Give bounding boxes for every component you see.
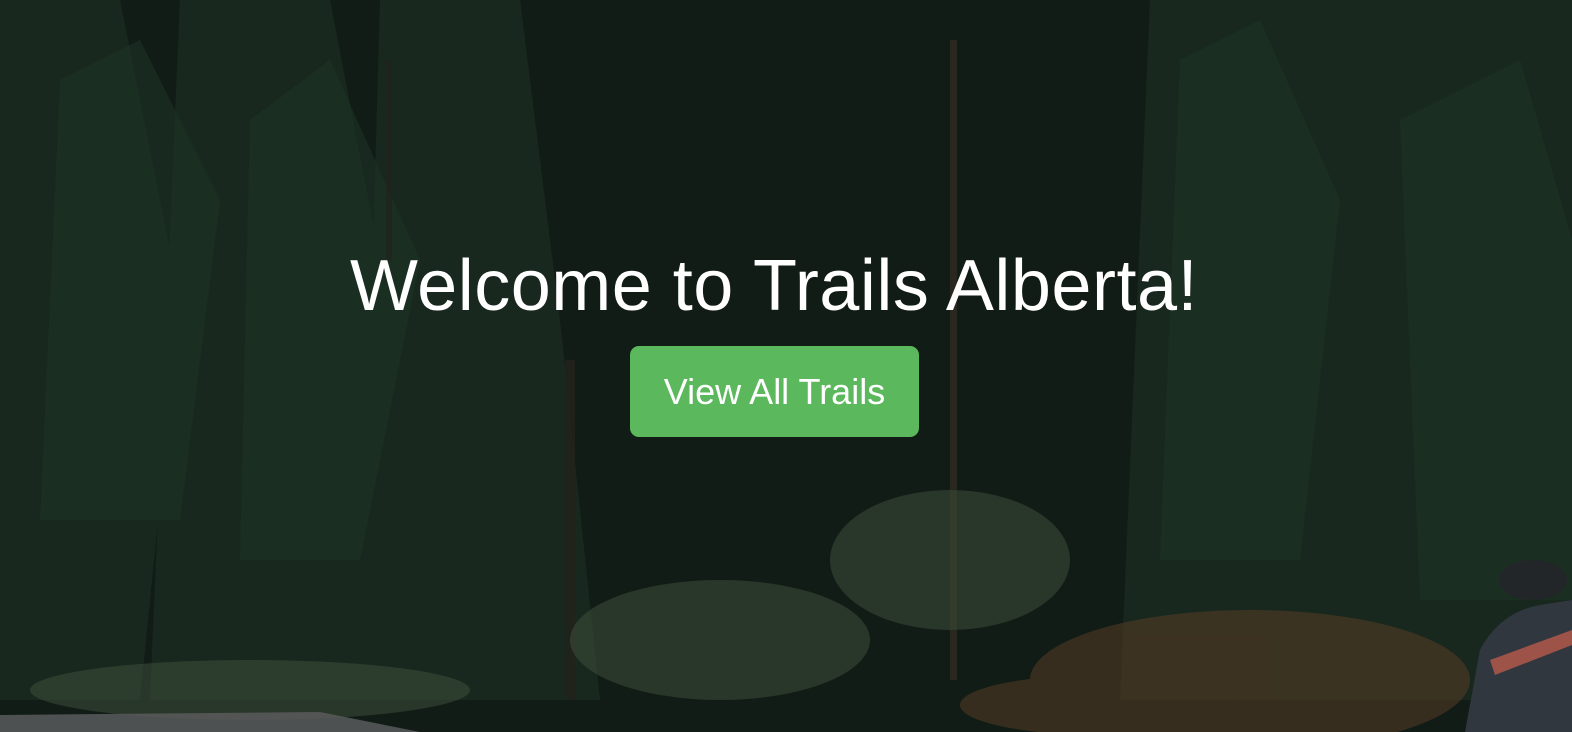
hero-title: Welcome to Trails Alberta! bbox=[350, 246, 1198, 326]
view-all-trails-button[interactable]: View All Trails bbox=[630, 346, 919, 437]
hero-section: Welcome to Trails Alberta! View All Trai… bbox=[0, 0, 1572, 732]
